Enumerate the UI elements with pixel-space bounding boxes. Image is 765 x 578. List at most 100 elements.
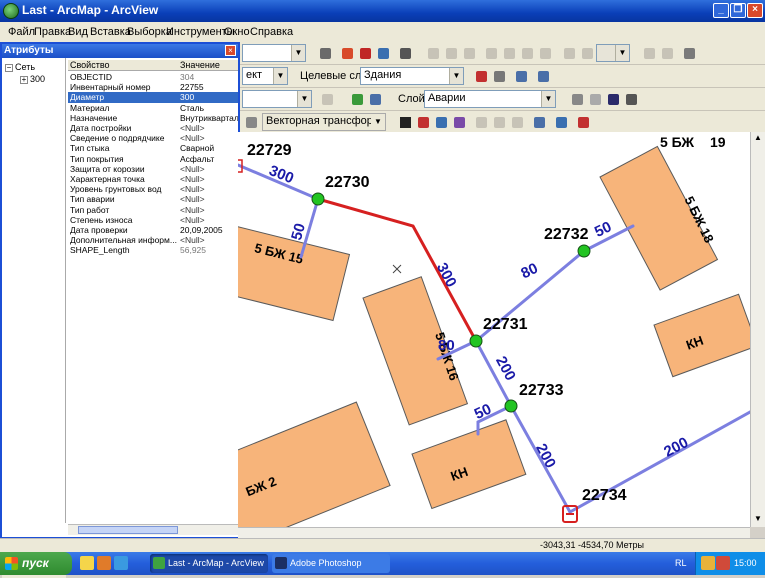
- attribute-row[interactable]: Дата проверки 20,09,2005: [68, 225, 238, 235]
- tool-icon[interactable]: [560, 44, 578, 62]
- map-horizontal-scrollbar[interactable]: [238, 527, 750, 538]
- tool-icon[interactable]: [640, 44, 658, 62]
- attribute-row[interactable]: Диаметр 300: [68, 92, 238, 103]
- tree-node-layer[interactable]: − Сеть: [5, 62, 35, 72]
- attribute-value[interactable]: 304: [180, 72, 238, 82]
- layer2-combo[interactable]: Аварии ▼: [424, 90, 556, 108]
- attribute-row[interactable]: Назначение Внутриквартал: [68, 113, 238, 123]
- attribute-row[interactable]: Тип стыка Сварной: [68, 143, 238, 153]
- attribute-row[interactable]: Инвентарный номер 22755: [68, 82, 238, 92]
- attribute-row[interactable]: Защита от корозии <Null>: [68, 164, 238, 174]
- attribute-value[interactable]: <Null>: [180, 194, 238, 204]
- target-layer-combo[interactable]: Здания ▼: [360, 67, 464, 85]
- attribute-value[interactable]: Сварной: [180, 143, 238, 153]
- tool-icon[interactable]: [518, 44, 536, 62]
- attribute-value[interactable]: <Null>: [180, 133, 238, 143]
- rotate-icon[interactable]: [490, 67, 508, 85]
- editor-icon[interactable]: [316, 44, 334, 62]
- vertical-scrollbar[interactable]: ▲ ▼: [750, 132, 765, 527]
- horizontal-scrollbar[interactable]: [68, 524, 238, 535]
- tool-icon[interactable]: [472, 113, 490, 131]
- attribute-row[interactable]: Тип покрытия Асфальт: [68, 154, 238, 164]
- attribute-row[interactable]: Уровень грунтовых вод <Null>: [68, 184, 238, 194]
- tool-icon[interactable]: [482, 44, 500, 62]
- tool-icon[interactable]: [242, 113, 260, 131]
- attribute-value[interactable]: <Null>: [180, 164, 238, 174]
- attribute-value[interactable]: 300: [180, 92, 238, 102]
- link-icon[interactable]: [450, 113, 468, 131]
- attribute-value[interactable]: Сталь: [180, 103, 238, 113]
- table-icon[interactable]: [366, 90, 384, 108]
- zoom-combo[interactable]: ▼: [596, 44, 630, 62]
- link-icon[interactable]: [432, 113, 450, 131]
- menu-window[interactable]: Окно: [224, 26, 250, 38]
- attribute-row[interactable]: Сведение о подрядчике <Null>: [68, 133, 238, 143]
- task-photoshop[interactable]: Adobe Photoshop: [272, 554, 390, 573]
- network-node[interactable]: [311, 192, 325, 206]
- minimize-button[interactable]: _: [713, 3, 729, 18]
- layer-select-combo[interactable]: ▼: [242, 90, 312, 108]
- edit-vertex-icon[interactable]: [348, 90, 366, 108]
- attribute-row[interactable]: Тип работ <Null>: [68, 205, 238, 215]
- attribute-row[interactable]: Характерная точка <Null>: [68, 174, 238, 184]
- edit-icon[interactable]: [552, 113, 570, 131]
- network-node[interactable]: [469, 334, 483, 348]
- quicklaunch-icon[interactable]: [97, 556, 111, 570]
- tool-icon[interactable]: [442, 44, 460, 62]
- tool-icon[interactable]: [578, 44, 596, 62]
- layer-combo[interactable]: ект ▼: [242, 67, 288, 85]
- select-arrow-icon[interactable]: [396, 113, 414, 131]
- sketch-properties-icon[interactable]: [534, 67, 552, 85]
- toolbox-icon[interactable]: [338, 44, 356, 62]
- tool-icon[interactable]: [424, 44, 442, 62]
- expand-icon[interactable]: +: [20, 75, 28, 84]
- map-view[interactable]: 5 БЖ 15 5 БЖ 16 5 БЖ 18 КН КН БЖ 2 22729…: [238, 132, 750, 527]
- attribute-value[interactable]: 56,925: [180, 245, 238, 255]
- brightness-icon[interactable]: [586, 90, 604, 108]
- attribute-row[interactable]: SHAPE_Length 56,925: [68, 245, 238, 255]
- tool-icon[interactable]: [536, 44, 554, 62]
- scale-combo[interactable]: ▼: [242, 44, 306, 62]
- attribute-row[interactable]: OBJECTID 304: [68, 72, 238, 82]
- menu-help[interactable]: Справка: [250, 26, 293, 38]
- attribute-row[interactable]: Материал Сталь: [68, 103, 238, 113]
- menu-edit[interactable]: Правка: [34, 26, 71, 38]
- network-node[interactable]: [577, 244, 591, 258]
- tool-icon[interactable]: [508, 113, 526, 131]
- tool-icon[interactable]: [658, 44, 676, 62]
- whats-this-icon[interactable]: [396, 44, 414, 62]
- edit-icon[interactable]: [574, 113, 592, 131]
- tool-icon[interactable]: [500, 44, 518, 62]
- tree-node-feature[interactable]: +300: [20, 74, 45, 84]
- attribute-value[interactable]: <Null>: [180, 123, 238, 133]
- attribute-value[interactable]: <Null>: [180, 174, 238, 184]
- window-icon[interactable]: [374, 44, 392, 62]
- close-button[interactable]: ×: [747, 3, 763, 18]
- task-arcmap[interactable]: Last - ArcMap - ArcView: [150, 554, 268, 573]
- quicklaunch-icon[interactable]: [80, 556, 94, 570]
- printer-icon[interactable]: [680, 44, 698, 62]
- menu-view[interactable]: Вид: [68, 26, 88, 38]
- attribute-value[interactable]: Внутриквартал: [180, 113, 238, 123]
- tray-icon[interactable]: [701, 556, 715, 570]
- tray-icon[interactable]: [716, 556, 730, 570]
- tool-icon[interactable]: [460, 44, 478, 62]
- attributes-icon[interactable]: [512, 67, 530, 85]
- scroll-down-icon[interactable]: ▼: [752, 513, 764, 525]
- start-button[interactable]: пуск: [0, 552, 72, 575]
- menu-file[interactable]: Файл: [8, 26, 35, 38]
- attribute-row[interactable]: Тип аварии <Null>: [68, 194, 238, 204]
- attribute-value[interactable]: <Null>: [180, 205, 238, 215]
- network-node[interactable]: [504, 399, 518, 413]
- table-icon[interactable]: [530, 113, 548, 131]
- attribute-value[interactable]: <Null>: [180, 235, 238, 245]
- sketch-icon[interactable]: [472, 67, 490, 85]
- attribute-row[interactable]: Дата постройки <Null>: [68, 123, 238, 133]
- attribute-value[interactable]: 20,09,2005: [180, 225, 238, 235]
- contrast-icon[interactable]: [568, 90, 586, 108]
- attribute-value[interactable]: Асфальт: [180, 154, 238, 164]
- attribute-value[interactable]: <Null>: [180, 215, 238, 225]
- language-indicator[interactable]: RL: [675, 558, 687, 568]
- dropdown-icon[interactable]: [622, 90, 640, 108]
- scroll-thumb[interactable]: [78, 526, 178, 534]
